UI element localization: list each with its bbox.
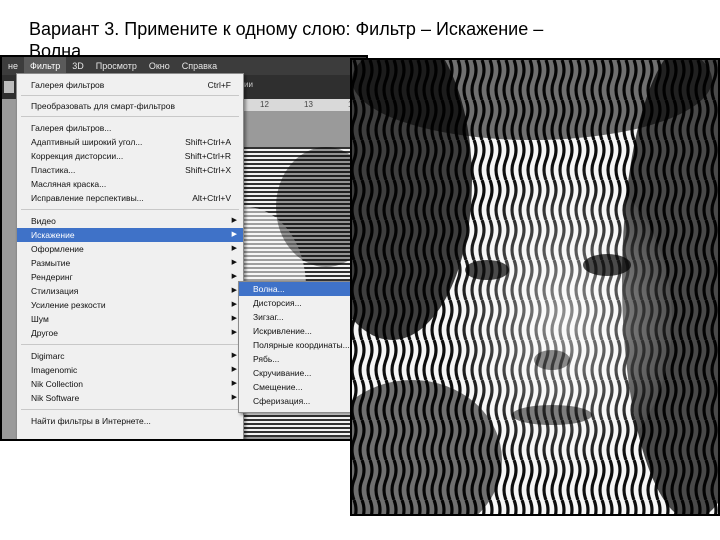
chevron-right-icon: ▶ (231, 366, 237, 373)
submenu-item-wave[interactable]: Волна... (239, 282, 366, 296)
chevron-right-icon: ▶ (231, 394, 237, 401)
menu-item-blur[interactable]: Размытие ▶ (17, 256, 243, 270)
submenu-item-shear[interactable]: Искривление... (239, 324, 366, 338)
chevron-right-icon: ▶ (231, 231, 237, 238)
menu-item-nik-collection[interactable]: Nik Collection ▶ (17, 377, 243, 391)
menu-item-sharpen[interactable]: Усиление резкости ▶ (17, 298, 243, 312)
distort-submenu: Волна... Дисторсия... Зигзаг... Искривле… (238, 281, 366, 413)
wave-line-portrait (352, 60, 718, 514)
submenu-item-ripple[interactable]: Рябь... (239, 352, 366, 366)
tool-preset-dropdown[interactable] (4, 81, 14, 93)
menu-divider (21, 344, 239, 345)
submenu-item-displace[interactable]: Смещение... (239, 380, 366, 394)
menu-item-filter-gallery[interactable]: Галерея фильтров... (17, 121, 243, 135)
menu-item-lens-correction[interactable]: Коррекция дисторсии... Shift+Ctrl+R (17, 149, 243, 163)
menu-item-stylize-design[interactable]: Оформление ▶ (17, 242, 243, 256)
chevron-right-icon: ▶ (231, 259, 237, 266)
filter-menu: Галерея фильтров Ctrl+F Преобразовать дл… (16, 73, 244, 439)
ruler-label: 13 (304, 100, 313, 109)
submenu-item-zigzag[interactable]: Зигзаг... (239, 310, 366, 324)
result-image (350, 58, 720, 516)
chevron-right-icon: ▶ (231, 380, 237, 387)
menu-item-stylize[interactable]: Стилизация ▶ (17, 284, 243, 298)
menu-item-noise[interactable]: Шум ▶ (17, 312, 243, 326)
menu-item-other[interactable]: Другое ▶ (17, 326, 243, 340)
menu-divider (21, 116, 239, 117)
chevron-right-icon: ▶ (231, 329, 237, 336)
chevron-right-icon: ▶ (231, 315, 237, 322)
menu-item-render[interactable]: Рендеринг ▶ (17, 270, 243, 284)
menu-item-nik-software[interactable]: Nik Software ▶ (17, 391, 243, 405)
ruler-label: 12 (260, 100, 269, 109)
menu-item-oil-paint[interactable]: Масляная краска... (17, 177, 243, 191)
menu-item-browse-filters-online[interactable]: Найти фильтры в Интернете... (17, 414, 243, 428)
menu-item-adaptive-wide-angle[interactable]: Адаптивный широкий угол... Shift+Ctrl+A (17, 135, 243, 149)
options-bar-text: ии (244, 80, 253, 89)
submenu-item-polar-coordinates[interactable]: Полярные координаты... (239, 338, 366, 352)
menu-item-digimarc[interactable]: Digimarc ▶ (17, 349, 243, 363)
menu-item-vanishing-point[interactable]: Исправление перспективы... Alt+Ctrl+V (17, 191, 243, 205)
menu-divider (21, 95, 239, 96)
menu-divider (21, 209, 239, 210)
chevron-right-icon: ▶ (231, 352, 237, 359)
submenu-item-pinch[interactable]: Дисторсия... (239, 296, 366, 310)
chevron-right-icon: ▶ (231, 273, 237, 280)
menu-item-imagenomic[interactable]: Imagenomic ▶ (17, 363, 243, 377)
chevron-right-icon: ▶ (231, 287, 237, 294)
submenu-item-twirl[interactable]: Скручивание... (239, 366, 366, 380)
submenu-item-spherize[interactable]: Сферизация... (239, 394, 366, 408)
chevron-right-icon: ▶ (231, 217, 237, 224)
menu-item-last-filter[interactable]: Галерея фильтров Ctrl+F (17, 78, 243, 92)
photoshop-screenshot: не Фильтр 3D Просмотр Окно Справка ии 12… (0, 55, 368, 441)
menu-item-distort[interactable]: Искажение ▶ (17, 228, 243, 242)
chevron-right-icon: ▶ (231, 301, 237, 308)
menu-divider (21, 409, 239, 410)
menu-item-video[interactable]: Видео ▶ (17, 214, 243, 228)
menu-item-liquify[interactable]: Пластика... Shift+Ctrl+X (17, 163, 243, 177)
chevron-right-icon: ▶ (231, 245, 237, 252)
menu-item-convert-smart-filters[interactable]: Преобразовать для смарт-фильтров (17, 99, 243, 113)
